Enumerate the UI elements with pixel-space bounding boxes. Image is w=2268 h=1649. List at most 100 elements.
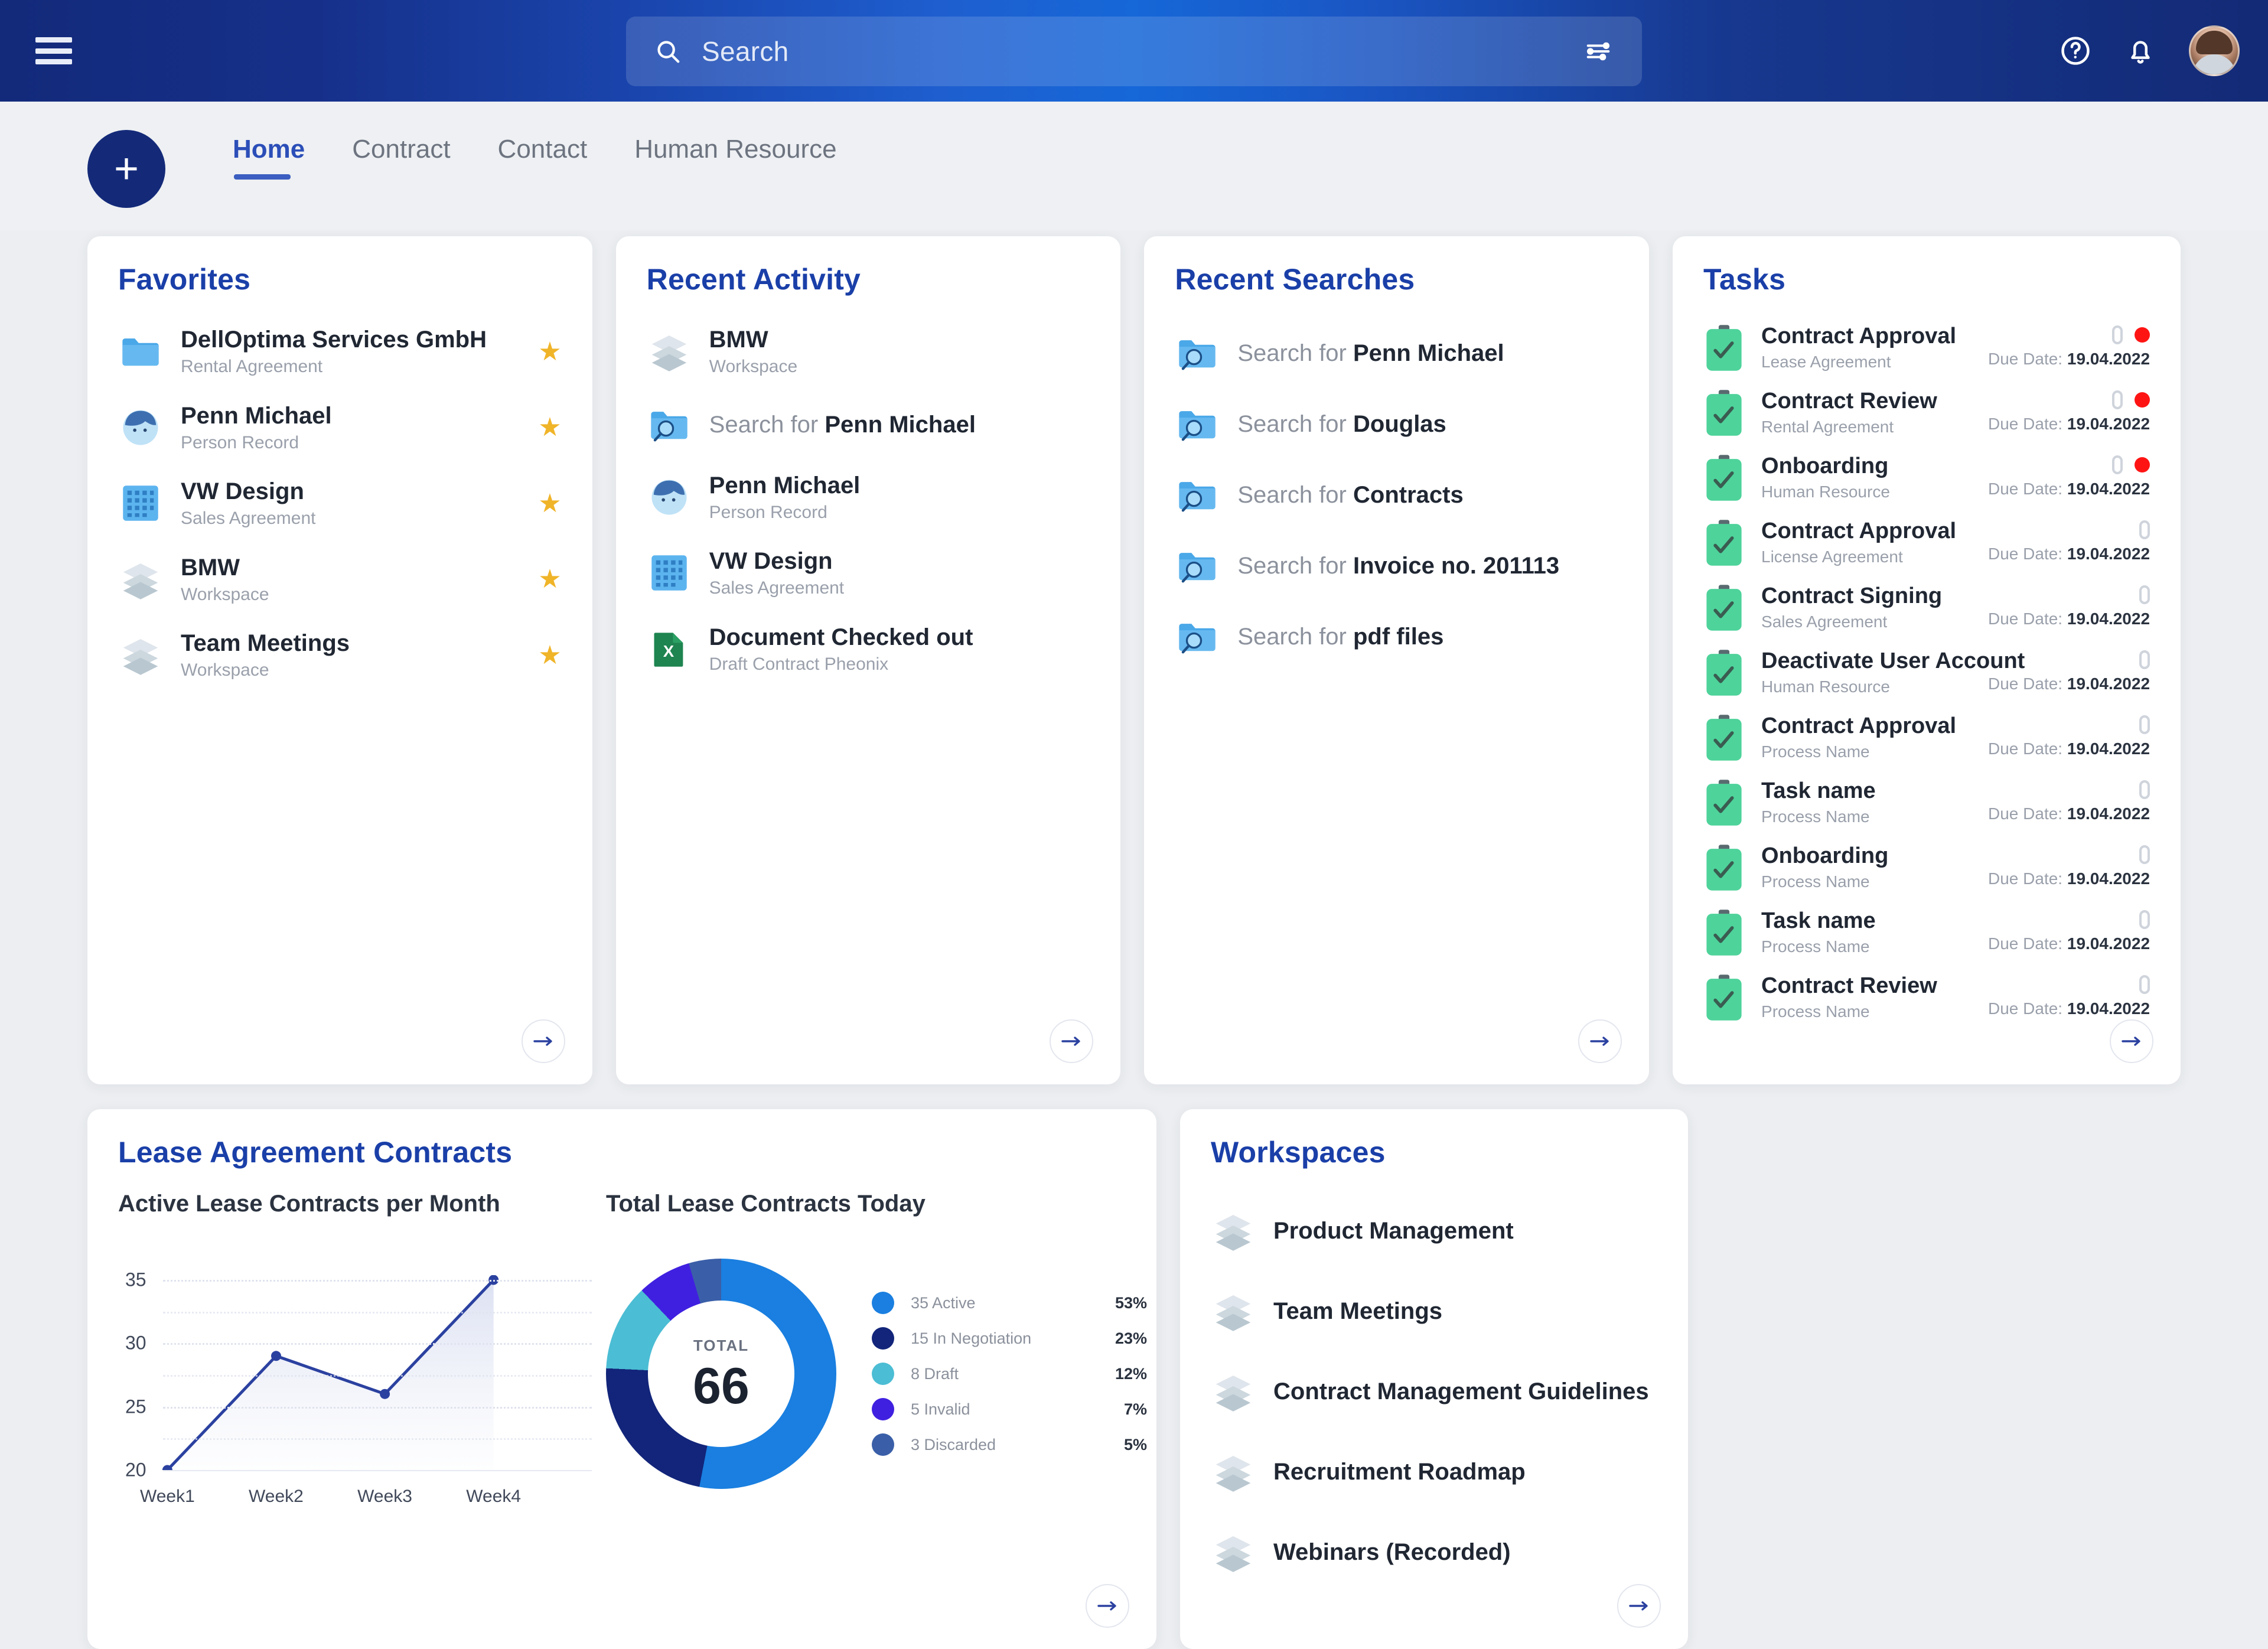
list-item[interactable]: Recruitment Roadmap [1211, 1432, 1657, 1512]
star-icon[interactable]: ★ [538, 412, 561, 442]
task-main: Onboarding Human Resource [1761, 454, 1976, 501]
sliders-filter-icon[interactable] [1583, 38, 1614, 65]
list-item-type: Person Record [709, 502, 827, 522]
star-icon[interactable]: ★ [538, 488, 561, 519]
task-process: Process Name [1761, 872, 1870, 891]
list-item-text: DellOptima Services GmbH Rental Agreement [181, 326, 529, 377]
table-row[interactable]: Deactivate User Account Human Resource Due… [1703, 643, 2150, 703]
add-button[interactable]: + [87, 130, 165, 208]
global-search-box[interactable]: Search [626, 17, 1642, 86]
tab-contract[interactable]: Contract [352, 135, 450, 180]
attachment-paperclip-icon [2139, 845, 2150, 864]
tab-home[interactable]: Home [233, 135, 305, 180]
legend-item: 35 Active 53% [872, 1285, 1147, 1321]
list-item[interactable]: BMW Workspace ★ [118, 546, 562, 614]
line-chart-title: Active Lease Contracts per Month [118, 1191, 500, 1217]
list-item[interactable]: Product Management [1211, 1191, 1657, 1271]
task-process: Rental Agreement [1761, 417, 1894, 436]
star-icon[interactable]: ★ [538, 640, 561, 670]
table-row[interactable]: Contract Review Process Name Due Date: 19.… [1703, 967, 2150, 1028]
table-row[interactable]: Onboarding Process Name Due Date: 19.04.20… [1703, 837, 2150, 898]
table-row[interactable]: Contract Approval Process Name Due Date: 1… [1703, 708, 2150, 768]
task-clipboard-icon [1703, 324, 1746, 372]
user-avatar[interactable] [2189, 25, 2240, 76]
table-row[interactable]: Task name Process Name Due Date: 19.04.202… [1703, 773, 2150, 833]
folder-icon [118, 329, 163, 374]
workspace-name: Team Meetings [1273, 1298, 1442, 1324]
list-item[interactable]: Search for Contracts [1175, 459, 1618, 530]
task-process: Human Resource [1761, 482, 1890, 501]
nav-strip: + Home Contract Contact Human Resource [0, 102, 2268, 230]
task-name: Contract Signing [1761, 584, 1943, 608]
list-item[interactable]: VW Design Sales Agreement ★ [118, 470, 562, 537]
hamburger-line [35, 48, 72, 54]
table-row[interactable]: Contract Review Rental Agreement Due Date:… [1703, 383, 2150, 443]
favorites-list: DellOptima Services GmbH Rental Agreement… [118, 318, 562, 689]
list-item[interactable]: VW Design Sales Agreement [647, 539, 1090, 607]
legend-color-swatch [872, 1398, 894, 1420]
tasks-more-button[interactable] [2110, 1019, 2154, 1063]
recent-searches-more-button[interactable] [1578, 1019, 1622, 1063]
list-item-text: BMW Workspace [709, 326, 1090, 377]
bell-icon[interactable] [2124, 34, 2157, 67]
star-icon[interactable]: ★ [538, 564, 561, 594]
lease-agreement-contracts-card: Lease Agreement Contracts Active Lease C… [87, 1109, 1156, 1649]
attachment-paperclip-icon [2112, 455, 2123, 474]
list-item[interactable]: BMW Workspace [647, 318, 1090, 386]
tab-contact[interactable]: Contact [498, 135, 588, 180]
hamburger-menu-icon[interactable] [35, 37, 72, 64]
table-row[interactable]: Contract Approval License Agreement Due Da… [1703, 513, 2150, 573]
priority-dot-icon [2135, 327, 2150, 343]
recent-activity-more-button[interactable] [1050, 1019, 1094, 1063]
search-input[interactable]: Search [702, 35, 789, 67]
favorites-more-button[interactable] [521, 1019, 565, 1063]
task-process: Process Name [1761, 937, 1870, 956]
list-item[interactable]: Contract Management Guidelines [1211, 1351, 1657, 1432]
table-row[interactable]: Onboarding Human Resource Due Date: 19.04.… [1703, 448, 2150, 508]
charts-row: Active Lease Contracts per Month Week1 We… [118, 1191, 1147, 1506]
list-item[interactable]: Team Meetings [1211, 1271, 1657, 1351]
task-due-date: Due Date: 19.04.2022 [1988, 674, 2150, 693]
task-due-date: Due Date: 19.04.2022 [1988, 999, 2150, 1018]
attachment-paperclip-icon [2139, 650, 2150, 669]
list-item[interactable]: Team Meetings Workspace ★ [118, 621, 562, 689]
help-circle-icon[interactable] [2059, 34, 2092, 67]
workspaces-more-button[interactable] [1617, 1584, 1661, 1628]
task-process: Human Resource [1761, 677, 1890, 696]
list-item[interactable]: Webinars (Recorded) [1211, 1512, 1657, 1592]
task-clipboard-icon [1703, 778, 1746, 827]
line-chart-svg [162, 1275, 499, 1470]
chart-y-tick: 20 [125, 1459, 146, 1481]
list-item[interactable]: Search for Penn Michael [1175, 318, 1618, 389]
task-due-date: Due Date: 19.04.2022 [1988, 869, 2150, 888]
list-item[interactable]: Search for Invoice no. 201113 [1175, 530, 1618, 601]
legend-item: 3 Discarded 5% [872, 1427, 1147, 1462]
search-folder-icon [1175, 472, 1220, 517]
task-main: Contract Review Process Name [1761, 973, 1976, 1021]
task-due-date: Due Date: 19.04.2022 [1988, 350, 2150, 368]
tasks-list: Contract Approval Lease Agreement Due Date… [1703, 318, 2150, 1028]
task-process: Process Name [1761, 807, 1870, 826]
list-item[interactable]: DellOptima Services GmbH Rental Agreement… [118, 318, 562, 386]
table-row[interactable]: Task name Process Name Due Date: 19.04.202… [1703, 902, 2150, 963]
search-folder-icon [1175, 331, 1220, 376]
table-row[interactable]: Contract Signing Sales Agreement Due Date:… [1703, 578, 2150, 638]
lease-card-more-button[interactable] [1086, 1584, 1129, 1628]
list-item[interactable]: Search for Douglas [1175, 389, 1618, 459]
arrow-right-icon [1061, 1037, 1081, 1046]
tab-human-resource[interactable]: Human Resource [634, 135, 836, 180]
legend-percent: 53% [1115, 1293, 1147, 1312]
list-item[interactable]: X Document Checked out Draft Contract Pheo… [647, 615, 1090, 683]
task-name: Contract Approval [1761, 519, 1957, 543]
list-item[interactable]: Search for pdf files [1175, 601, 1618, 672]
search-folder-icon [1175, 614, 1220, 659]
arrow-right-icon [1629, 1601, 1648, 1611]
star-icon[interactable]: ★ [538, 337, 561, 367]
list-item[interactable]: Search for Penn Michael [647, 394, 1090, 455]
table-row[interactable]: Contract Approval Lease Agreement Due Date… [1703, 318, 2150, 378]
task-due-date: Due Date: 19.04.2022 [1988, 804, 2150, 823]
task-flags [1988, 454, 2150, 476]
list-item[interactable]: Penn Michael Person Record ★ [118, 394, 562, 462]
list-item[interactable]: Penn Michael Person Record [647, 464, 1090, 532]
list-item-type: Sales Agreement [181, 509, 316, 528]
